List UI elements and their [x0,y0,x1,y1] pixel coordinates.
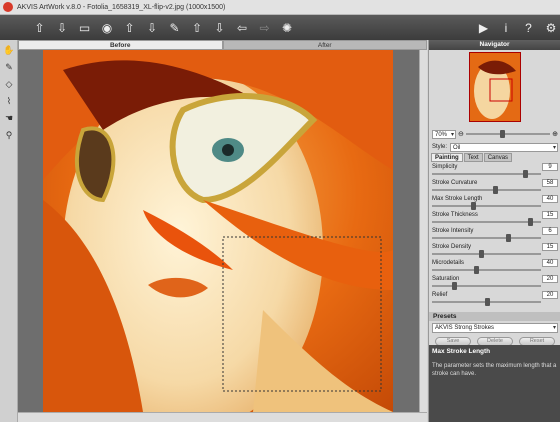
before-icon[interactable]: ⇧ [188,18,207,37]
print-icon[interactable]: ▭ [75,18,94,37]
param-slider[interactable] [432,202,541,210]
apply-icon[interactable]: ⇩ [143,18,162,37]
tab-painting[interactable]: Painting [431,153,463,162]
param-row: Max Stroke Length 40 [429,194,560,210]
hand-brush-icon[interactable]: ✋ [2,43,16,57]
param-slider[interactable] [432,186,541,194]
param-row: Stroke Curvature 58 [429,178,560,194]
photo [43,50,393,412]
style-label: Style: [432,144,448,150]
param-value-field[interactable]: 6 [542,227,558,235]
slider-knob[interactable] [473,266,479,274]
title-bar: AKVIS ArtWork v.8.0 - Fotolia_1658319_XL… [0,0,560,15]
preset-select[interactable]: AKVIS Strong Strokes [432,323,558,333]
presets-section: Presets AKVIS Strong Strokes Save Delete… [429,312,560,348]
direction-icon[interactable]: ⌇ [2,94,16,108]
slider-knob[interactable] [479,250,485,258]
param-slider[interactable] [432,250,541,258]
param-value-field[interactable]: 20 [542,291,558,299]
param-label: Simplicity [432,164,458,170]
eraser-icon[interactable]: ◇ [2,77,16,91]
after-icon[interactable]: ⇩ [210,18,229,37]
settings-icon[interactable]: ✺ [278,18,297,37]
slider-knob[interactable] [493,186,499,194]
param-label: Stroke Thickness [432,212,478,218]
tab-before[interactable]: Before [18,40,223,50]
style-select[interactable]: Oil [450,142,558,152]
batch-icon[interactable]: ⇧ [120,18,139,37]
run-icon[interactable]: ▶ [474,18,493,37]
pencil-icon[interactable]: ✎ [2,60,16,74]
slider-knob[interactable] [471,202,477,210]
zoom-select[interactable]: 70% [432,129,456,139]
zoom-icon[interactable]: ⚲ [2,128,16,142]
slider-knob[interactable] [528,218,534,226]
toolbar: ⇧ ⇩ ▭ ◉ ⇧ ⇩ ✎ ⇧ ⇩ ⇦ ⇨ ✺ ▶ i ? ⚙ [0,15,560,40]
preferences-icon[interactable]: ⚙ [542,18,560,37]
param-slider[interactable] [432,282,541,290]
param-label: Microdetails [432,260,465,266]
slider-knob[interactable] [522,170,528,178]
parameter-list: Simplicity 9 Stroke Curvature 58 Max Stroke … [429,162,560,306]
redo-icon[interactable]: ⇨ [255,18,274,37]
hand-icon[interactable]: ☚ [2,111,16,125]
param-value-field[interactable]: 15 [542,211,558,219]
param-value-field[interactable]: 9 [542,163,558,171]
open-icon[interactable]: ⇧ [30,18,49,37]
param-value-field[interactable]: 40 [542,259,558,267]
param-row: Stroke Intensity 6 [429,226,560,242]
navigator-thumbnail[interactable] [469,52,521,122]
vertical-scrollbar[interactable] [419,50,427,412]
undo-icon[interactable]: ⇦ [233,18,252,37]
help-text: The parameter sets the maximum length th… [432,363,557,377]
param-slider[interactable] [432,234,541,242]
help-title: Max Stroke Length [432,348,491,355]
param-row: Stroke Thickness 15 [429,210,560,226]
param-value-field[interactable]: 15 [542,243,558,251]
share-icon[interactable]: ◉ [98,18,117,37]
slider-knob[interactable] [451,282,457,290]
param-row: Relief 20 [429,290,560,306]
slider-knob[interactable] [484,298,490,306]
param-slider[interactable] [432,298,541,306]
zoom-slider[interactable] [465,130,551,138]
tab-canvas[interactable]: Canvas [483,153,513,162]
param-label: Relief [432,292,448,298]
brush-icon[interactable]: ✎ [165,18,184,37]
param-slider[interactable] [432,170,541,178]
param-row: Microdetails 40 [429,258,560,274]
help-icon[interactable]: ? [519,18,538,37]
param-value-field[interactable]: 40 [542,195,558,203]
settings-panel: Navigator 70% ⊖ ⊕ Style: Oil Painting Te… [428,40,560,422]
param-value-field[interactable]: 58 [542,179,558,187]
tools-panel: ✋ ✎ ◇ ⌇ ☚ ⚲ [0,40,18,422]
param-row: Stroke Density 15 [429,242,560,258]
zoom-in-icon[interactable]: ⊕ [552,130,558,138]
window-title: AKVIS ArtWork v.8.0 - Fotolia_1658319_XL… [17,3,226,11]
param-label: Stroke Density [432,244,472,250]
tab-after[interactable]: After [222,40,427,50]
param-value-field[interactable]: 20 [542,275,558,283]
tab-text[interactable]: Text [463,153,483,162]
slider-knob[interactable] [506,234,512,242]
horizontal-scrollbar[interactable] [18,412,427,422]
save-icon[interactable]: ⇩ [53,18,72,37]
param-slider[interactable] [432,218,541,226]
navigator-header: Navigator [429,40,560,50]
app-logo-icon [3,2,13,12]
image-canvas[interactable] [18,50,427,422]
zoom-out-icon[interactable]: ⊖ [458,130,464,138]
param-row: Saturation 20 [429,274,560,290]
info-icon[interactable]: i [497,18,516,37]
param-label: Stroke Curvature [432,180,478,186]
presets-header: Presets [429,312,560,321]
param-label: Stroke Intensity [432,228,474,234]
help-panel: Max Stroke Length The parameter sets the… [429,345,560,422]
param-row: Simplicity 9 [429,162,560,178]
param-slider[interactable] [432,266,541,274]
